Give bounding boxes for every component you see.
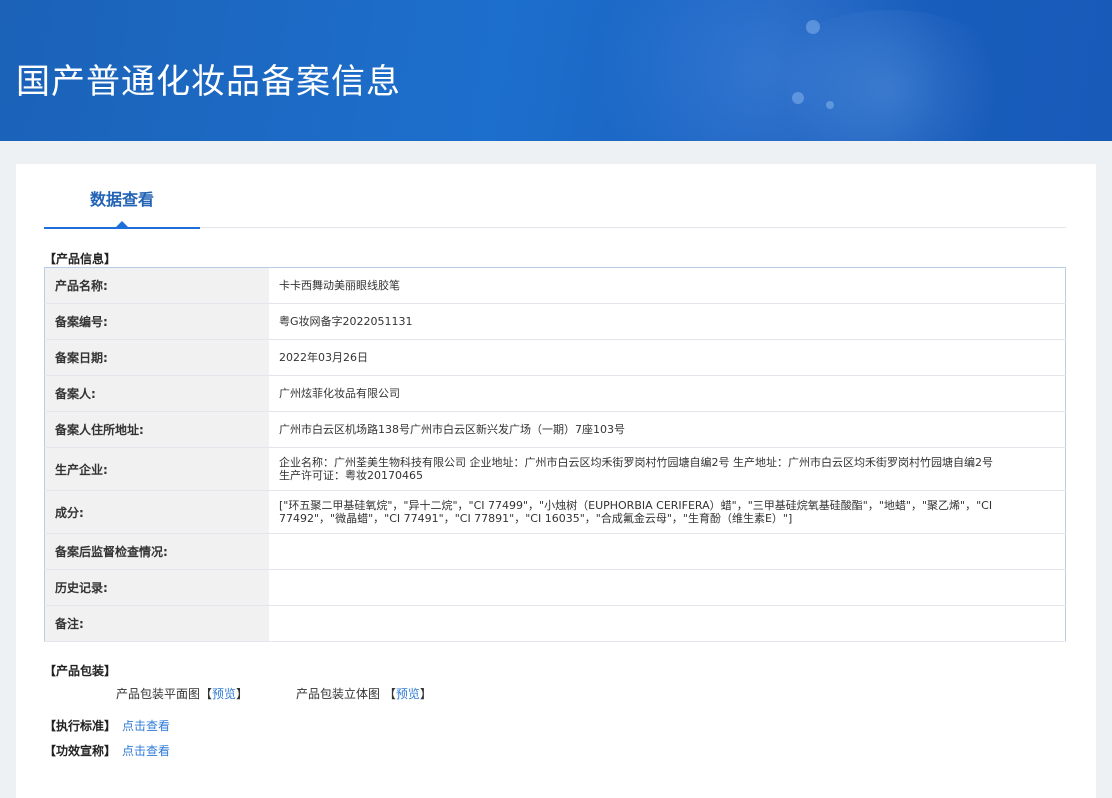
bracket-open: 【 [200, 687, 213, 701]
row-label: 产品名称: [44, 267, 269, 304]
content-card: 数据查看 【产品信息】 产品名称: 卡卡西舞动美丽眼线胶笔 备案编号: 粤G妆网… [16, 164, 1096, 798]
banner-dot [792, 92, 804, 104]
row-label: 备案后监督检查情况: [44, 533, 269, 570]
tab-label: 数据查看 [89, 190, 154, 209]
tab-divider [200, 227, 1066, 228]
row-value: 卡卡西舞动美丽眼线胶笔 [269, 267, 1066, 304]
row-value: 2022年03月26日 [269, 339, 1066, 376]
table-row: 备案日期: 2022年03月26日 [44, 339, 1066, 376]
row-value: ["环五聚二甲基硅氧烷"，"异十二烷"，"CI 77499"，"小烛树（EUPH… [269, 490, 1066, 534]
table-row: 历史记录: [44, 569, 1066, 606]
row-value [269, 605, 1066, 642]
row-label: 备案人: [44, 375, 269, 412]
efficacy-label: 【功效宣称】 [44, 744, 117, 758]
table-row: 备注: [44, 605, 1066, 642]
row-label: 备案人住所地址: [44, 411, 269, 448]
row-value [269, 533, 1066, 570]
table-row: 备案后监督检查情况: [44, 533, 1066, 570]
row-value: 粤G妆网备字2022051131 [269, 303, 1066, 340]
row-label: 生产企业: [44, 447, 269, 491]
packaging-flat-label: 产品包装平面图 [116, 687, 201, 701]
row-label: 备案编号: [44, 303, 269, 340]
banner-dot [806, 20, 820, 34]
row-label: 历史记录: [44, 569, 269, 606]
product-info-table: 产品名称: 卡卡西舞动美丽眼线胶笔 备案编号: 粤G妆网备字2022051131… [44, 267, 1066, 642]
packaging-solid-item: 产品包装立体图 【预览】 [296, 685, 432, 702]
tab-caret-icon [116, 221, 128, 227]
header-banner: 国产普通化妆品备案信息 [0, 0, 1112, 141]
table-row: 生产企业: 企业名称：广州荃美生物科技有限公司 企业地址：广州市白云区均禾街罗岗… [44, 447, 1066, 491]
banner-dot [826, 101, 834, 109]
table-row: 备案人住所地址: 广州市白云区机场路138号广州市白云区新兴发广场（一期）7座1… [44, 411, 1066, 448]
flat-preview-link[interactable]: 预览 [212, 687, 236, 701]
page-title: 国产普通化妆品备案信息 [16, 62, 401, 102]
row-value: 企业名称：广州荃美生物科技有限公司 企业地址：广州市白云区均禾街罗岗村竹园塘自编… [269, 447, 1066, 491]
row-value [269, 569, 1066, 606]
bracket-close: 】 [236, 687, 249, 701]
row-label: 备注: [44, 605, 269, 642]
row-label: 成分: [44, 490, 269, 534]
table-row: 备案编号: 粤G妆网备字2022051131 [44, 303, 1066, 340]
efficacy-view-link[interactable]: 点击查看 [122, 744, 170, 758]
standard-view-link[interactable]: 点击查看 [122, 719, 170, 733]
efficacy-row: 【功效宣称】 点击查看 [44, 742, 170, 759]
packaging-flat-item: 产品包装平面图【预览】 [116, 685, 248, 702]
table-row: 备案人: 广州炫菲化妆品有限公司 [44, 375, 1066, 412]
product-info-section-title: 【产品信息】 [44, 252, 117, 266]
table-row: 成分: ["环五聚二甲基硅氧烷"，"异十二烷"，"CI 77499"，"小烛树（… [44, 490, 1066, 534]
bracket-open: 【 [383, 687, 396, 701]
packaging-section-title: 【产品包装】 [44, 664, 117, 678]
row-value: 广州炫菲化妆品有限公司 [269, 375, 1066, 412]
row-label: 备案日期: [44, 339, 269, 376]
bracket-close: 】 [419, 687, 432, 701]
row-value: 广州市白云区机场路138号广州市白云区新兴发广场（一期）7座103号 [269, 411, 1066, 448]
tab-data-view[interactable]: 数据查看 [44, 164, 200, 229]
standard-row: 【执行标准】 点击查看 [44, 717, 170, 734]
packaging-solid-label: 产品包装立体图 [296, 687, 381, 701]
standard-label: 【执行标准】 [44, 719, 117, 733]
solid-preview-link[interactable]: 预览 [396, 687, 420, 701]
table-row: 产品名称: 卡卡西舞动美丽眼线胶笔 [44, 267, 1066, 304]
